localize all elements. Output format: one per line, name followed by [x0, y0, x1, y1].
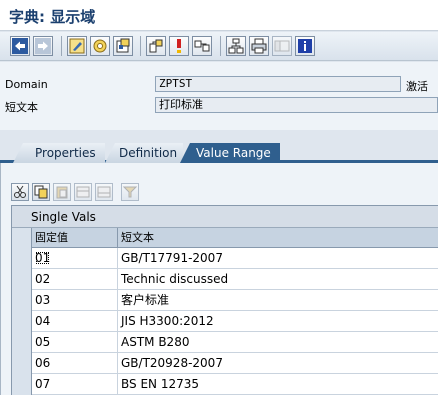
display-object-list-icon[interactable]	[272, 36, 292, 56]
tab-definition[interactable]: Definition	[105, 143, 183, 163]
toolbar-separator	[219, 36, 221, 56]
hierarchy-icon[interactable]	[226, 36, 246, 56]
check-icon[interactable]	[113, 36, 133, 56]
row-selector[interactable]	[12, 311, 32, 332]
tab-properties[interactable]: Properties	[13, 143, 105, 163]
table-row[interactable]: 06 GB/T20928-2007	[12, 353, 438, 374]
insert-row-icon[interactable]	[74, 183, 92, 201]
delete-row-icon[interactable]	[95, 183, 113, 201]
short-text-cell[interactable]: GB/T17791-2007	[118, 248, 438, 269]
back-arrow-icon[interactable]	[10, 36, 30, 56]
fixed-value-cell[interactable]: 06	[32, 353, 118, 374]
other-object-icon[interactable]	[90, 36, 110, 56]
window-title: 字典: 显示域	[9, 8, 96, 26]
fixed-value-cell[interactable]: 07	[32, 374, 118, 395]
forward-arrow-icon[interactable]	[33, 36, 53, 56]
activate-icon[interactable]	[169, 36, 189, 56]
display-change-icon[interactable]	[67, 36, 87, 56]
application-toolbar	[0, 32, 438, 61]
copy-icon[interactable]	[32, 183, 50, 201]
table-row[interactable]: 02 Technic discussed	[12, 269, 438, 290]
domain-field[interactable]: ZPTST	[155, 76, 401, 92]
table-row[interactable]: 07 BS EN 12735	[12, 374, 438, 395]
short-text-cell[interactable]: GB/T20928-2007	[118, 353, 438, 374]
table-row[interactable]: 04 JIS H3300:2012	[12, 311, 438, 332]
fixed-value-cell[interactable]: 03	[32, 290, 118, 311]
object-header: Domain ZPTST 激活 短文本 打印标准	[0, 62, 438, 130]
tab-value-range[interactable]: Value Range	[180, 143, 280, 163]
select-all-cell[interactable]	[12, 228, 32, 248]
value-range-panel: Single Vals 固定值 短文本 01 GB/T17791-2007 02…	[0, 163, 438, 395]
column-header-fixed-value[interactable]: 固定值	[32, 228, 118, 248]
short-text-label: 短文本	[5, 101, 38, 114]
title-bar: 字典: 显示域	[0, 0, 438, 31]
single-vals-table: Single Vals 固定值 短文本 01 GB/T17791-2007 02…	[11, 205, 438, 395]
info-icon[interactable]	[295, 36, 315, 56]
short-text-cell[interactable]: BS EN 12735	[118, 374, 438, 395]
domain-label: Domain	[5, 78, 48, 91]
table-header: 固定值 短文本	[12, 228, 438, 248]
table-title: Single Vals	[12, 206, 438, 228]
navigate-icon[interactable]	[192, 36, 212, 56]
cut-icon[interactable]	[11, 183, 29, 201]
table-row[interactable]: 03 客户标准	[12, 290, 438, 311]
filter-icon[interactable]	[121, 183, 139, 201]
object-status: 激活	[406, 80, 428, 93]
fixed-value-text: 01	[35, 251, 51, 265]
row-selector[interactable]	[12, 332, 32, 353]
table-row[interactable]: 01 GB/T17791-2007	[12, 248, 438, 269]
toolbar-separator	[60, 36, 62, 56]
row-selector[interactable]	[12, 374, 32, 395]
row-selector[interactable]	[12, 290, 32, 311]
short-text-cell[interactable]: 客户标准	[118, 290, 438, 311]
short-text-cell[interactable]: JIS H3300:2012	[118, 311, 438, 332]
column-header-short-text[interactable]: 短文本	[118, 228, 438, 248]
fixed-value-cell[interactable]: 05	[32, 332, 118, 353]
fixed-value-cell[interactable]: 04	[32, 311, 118, 332]
short-text-cell[interactable]: ASTM B280	[118, 332, 438, 353]
fixed-value-cell[interactable]: 02	[32, 269, 118, 290]
short-text-field[interactable]: 打印标准	[155, 97, 438, 113]
toolbar-separator	[139, 36, 141, 56]
paste-icon[interactable]	[53, 183, 71, 201]
table-row[interactable]: 05 ASTM B280	[12, 332, 438, 353]
where-used-icon[interactable]	[146, 36, 166, 56]
print-icon[interactable]	[249, 36, 269, 56]
fixed-value-cell[interactable]: 01	[32, 248, 118, 269]
short-text-cell[interactable]: Technic discussed	[118, 269, 438, 290]
tab-strip: Properties Definition Value Range	[0, 131, 438, 163]
row-selector[interactable]	[12, 269, 32, 290]
row-selector[interactable]	[12, 248, 32, 269]
row-selector[interactable]	[12, 353, 32, 374]
